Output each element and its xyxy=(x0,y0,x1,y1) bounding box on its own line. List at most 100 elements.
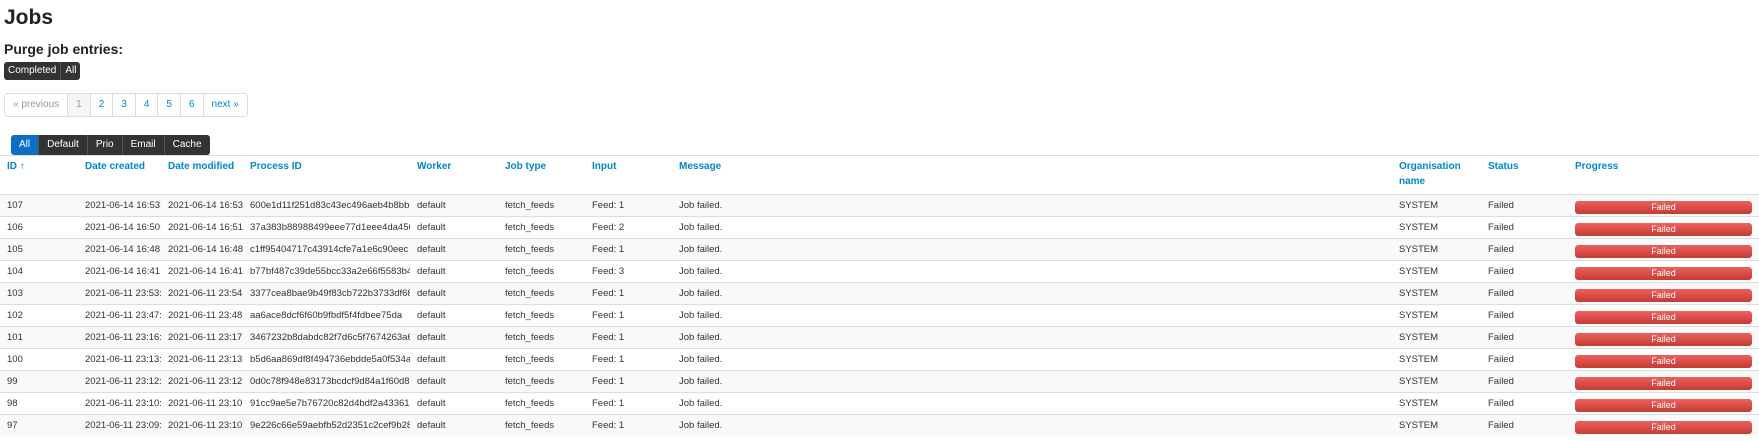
pagination-page-6[interactable]: 6 xyxy=(181,94,204,116)
purge-button-group: Completed All xyxy=(4,62,81,80)
table-row: 982021-06-11 23:10:192021-06-11 23:10:51… xyxy=(0,392,1759,415)
cell-worker: default xyxy=(410,370,498,393)
cell-status: Failed xyxy=(1481,216,1568,239)
cell-id: 97 xyxy=(0,414,78,436)
queue-filter-group: All Default Prio Email Cache xyxy=(11,135,210,155)
cell-worker: default xyxy=(410,194,498,217)
table-row: 1052021-06-14 16:48:252021-06-14 16:48:5… xyxy=(0,238,1759,261)
cell-progress: Failed xyxy=(1568,414,1759,436)
cell-worker: default xyxy=(410,304,498,327)
cell-progress: Failed xyxy=(1568,260,1759,283)
progress-bar-failed: Failed xyxy=(1575,223,1752,236)
cell-input: Feed: 1 xyxy=(585,238,672,261)
cell-worker: default xyxy=(410,326,498,349)
progress-bar-failed: Failed xyxy=(1575,289,1752,302)
filter-email-button[interactable]: Email xyxy=(121,135,164,155)
filter-cache-button[interactable]: Cache xyxy=(163,135,210,155)
column-header-id[interactable]: ID ↑ xyxy=(0,156,78,195)
filter-default-button[interactable]: Default xyxy=(38,135,87,155)
pagination-page-3[interactable]: 3 xyxy=(113,94,136,116)
cell-input: Feed: 1 xyxy=(585,194,672,217)
cell-organisation-name: SYSTEM xyxy=(1392,194,1481,217)
cell-process-id: b77bf487c39de55bcc33a2e66f5583b4 xyxy=(243,260,410,283)
cell-date-created: 2021-06-11 23:53:44 xyxy=(78,282,161,305)
cell-status: Failed xyxy=(1481,392,1568,415)
cell-message: Job failed. xyxy=(672,348,1392,371)
table-header-row: ID ↑ Date created Date modified Process … xyxy=(0,155,1759,195)
column-header-process-id[interactable]: Process ID xyxy=(243,156,410,195)
pagination: « previous 1 2 3 4 5 6 next » xyxy=(4,93,248,117)
pagination-page-2[interactable]: 2 xyxy=(91,94,114,116)
pagination-page-4[interactable]: 4 xyxy=(136,94,159,116)
column-header-message[interactable]: Message xyxy=(672,156,1392,195)
column-header-date-created[interactable]: Date created xyxy=(78,156,161,195)
table-row: 1032021-06-11 23:53:442021-06-11 23:54:1… xyxy=(0,282,1759,305)
pagination-page-5[interactable]: 5 xyxy=(158,94,181,116)
progress-bar-track: Failed xyxy=(1575,355,1752,368)
column-header-input[interactable]: Input xyxy=(585,156,672,195)
cell-id: 98 xyxy=(0,392,78,415)
jobs-table: ID ↑ Date created Date modified Process … xyxy=(0,155,1759,436)
cell-job-type: fetch_feeds xyxy=(498,238,585,261)
cell-process-id: b5d6aa869df8f494736ebdde5a0f534a xyxy=(243,348,410,371)
jobs-table-container: ID ↑ Date created Date modified Process … xyxy=(0,155,1759,436)
cell-progress: Failed xyxy=(1568,216,1759,239)
column-header-worker[interactable]: Worker xyxy=(410,156,498,195)
progress-bar-track: Failed xyxy=(1575,267,1752,280)
cell-status: Failed xyxy=(1481,370,1568,393)
progress-bar-track: Failed xyxy=(1575,399,1752,412)
column-header-date-modified[interactable]: Date modified xyxy=(161,156,243,195)
cell-organisation-name: SYSTEM xyxy=(1392,238,1481,261)
cell-organisation-name: SYSTEM xyxy=(1392,326,1481,349)
cell-message: Job failed. xyxy=(672,304,1392,327)
cell-job-type: fetch_feeds xyxy=(498,392,585,415)
purge-completed-button[interactable]: Completed xyxy=(4,62,61,80)
cell-id: 100 xyxy=(0,348,78,371)
cell-worker: default xyxy=(410,260,498,283)
cell-progress: Failed xyxy=(1568,304,1759,327)
cell-date-created: 2021-06-11 23:12:25 xyxy=(78,370,161,393)
cell-input: Feed: 2 xyxy=(585,216,672,239)
progress-bar-track: Failed xyxy=(1575,421,1752,434)
cell-worker: default xyxy=(410,392,498,415)
column-header-status[interactable]: Status xyxy=(1481,156,1568,195)
pagination-next[interactable]: next » xyxy=(204,94,247,116)
column-header-progress[interactable]: Progress xyxy=(1568,156,1759,195)
cell-input: Feed: 3 xyxy=(585,260,672,283)
pagination-previous[interactable]: « previous xyxy=(5,94,69,116)
cell-id: 105 xyxy=(0,238,78,261)
cell-job-type: fetch_feeds xyxy=(498,194,585,217)
cell-message: Job failed. xyxy=(672,238,1392,261)
cell-date-created: 2021-06-11 23:13:16 xyxy=(78,348,161,371)
cell-date-created: 2021-06-11 23:47:57 xyxy=(78,304,161,327)
table-row: 972021-06-11 23:09:432021-06-11 23:10:16… xyxy=(0,414,1759,436)
filter-all-button[interactable]: All xyxy=(11,135,39,155)
cell-message: Job failed. xyxy=(672,392,1392,415)
purge-all-button[interactable]: All xyxy=(60,62,81,80)
cell-organisation-name: SYSTEM xyxy=(1392,348,1481,371)
jobs-table-body: 1072021-06-14 16:53:022021-06-14 16:53:3… xyxy=(0,194,1759,436)
cell-status: Failed xyxy=(1481,260,1568,283)
column-header-organisation-name[interactable]: Organisation name xyxy=(1392,156,1481,195)
cell-status: Failed xyxy=(1481,348,1568,371)
column-header-job-type[interactable]: Job type xyxy=(498,156,585,195)
cell-message: Job failed. xyxy=(672,260,1392,283)
cell-date-created: 2021-06-14 16:53:02 xyxy=(78,194,161,217)
cell-job-type: fetch_feeds xyxy=(498,216,585,239)
jobs-page: Jobs Purge job entries: Completed All « … xyxy=(0,0,1759,441)
cell-organisation-name: SYSTEM xyxy=(1392,304,1481,327)
cell-process-id: 9e226c66e59aebfb52d2351c2cef9b28 xyxy=(243,414,410,436)
cell-job-type: fetch_feeds xyxy=(498,414,585,436)
cell-process-id: c1ff95404717c43914cfe7a1e6c90eec xyxy=(243,238,410,261)
cell-job-type: fetch_feeds xyxy=(498,370,585,393)
cell-process-id: 3377cea8bae9b49f83cb722b3733df68 xyxy=(243,282,410,305)
cell-organisation-name: SYSTEM xyxy=(1392,216,1481,239)
cell-date-modified: 2021-06-11 23:13:46 xyxy=(161,348,243,371)
cell-date-modified: 2021-06-11 23:54:16 xyxy=(161,282,243,305)
cell-progress: Failed xyxy=(1568,392,1759,415)
pagination-page-1[interactable]: 1 xyxy=(68,94,91,116)
cell-status: Failed xyxy=(1481,304,1568,327)
cell-worker: default xyxy=(410,282,498,305)
table-row: 1042021-06-14 16:41:012021-06-14 16:41:3… xyxy=(0,260,1759,283)
filter-prio-button[interactable]: Prio xyxy=(86,135,122,155)
